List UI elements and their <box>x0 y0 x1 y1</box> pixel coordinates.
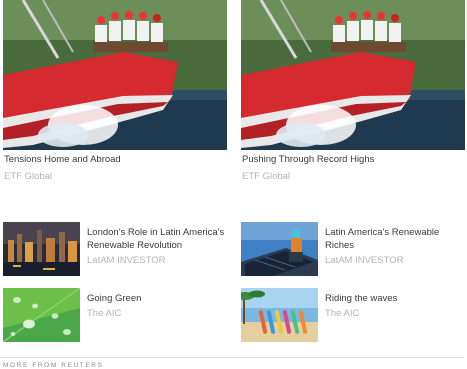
list-item-title[interactable]: London's Role in Latin America's Renewab… <box>87 226 227 252</box>
surfboards-beach-thumbnail[interactable] <box>241 288 318 342</box>
list-item-source: LatAM INVESTOR <box>87 255 166 266</box>
sailboat-thumbnail[interactable] <box>241 0 465 150</box>
featured-title[interactable]: Tensions Home and Abroad <box>4 154 121 165</box>
list-item-title[interactable]: Riding the waves <box>325 292 465 305</box>
sailboat-thumbnail[interactable] <box>3 0 227 150</box>
list-item[interactable]: London's Role in Latin America's Renewab… <box>3 222 227 276</box>
list-item-source: The AIC <box>325 308 360 319</box>
featured-source: ETF Global <box>4 171 53 182</box>
featured-card[interactable]: Tensions Home and Abroad ETF Global <box>3 0 227 182</box>
featured-title[interactable]: Pushing Through Record Highs <box>242 154 374 165</box>
list-item-source: LatAM INVESTOR <box>325 255 404 266</box>
solar-worker-thumbnail[interactable] <box>241 222 318 276</box>
list-item[interactable]: Latin America's Renewable Riches LatAM I… <box>241 222 465 276</box>
section-divider <box>0 357 464 358</box>
list-item-source: The AIC <box>87 308 122 319</box>
leaf-droplets-thumbnail[interactable] <box>3 288 80 342</box>
list-item[interactable]: Riding the waves The AIC <box>241 288 465 342</box>
featured-card[interactable]: Pushing Through Record Highs ETF Global <box>241 0 465 182</box>
list-item-title[interactable]: Going Green <box>87 292 227 305</box>
list-item[interactable]: Going Green The AIC <box>3 288 227 342</box>
list-item-title[interactable]: Latin America's Renewable Riches <box>325 226 465 252</box>
featured-source: ETF Global <box>242 171 291 182</box>
city-night-thumbnail[interactable] <box>3 222 80 276</box>
